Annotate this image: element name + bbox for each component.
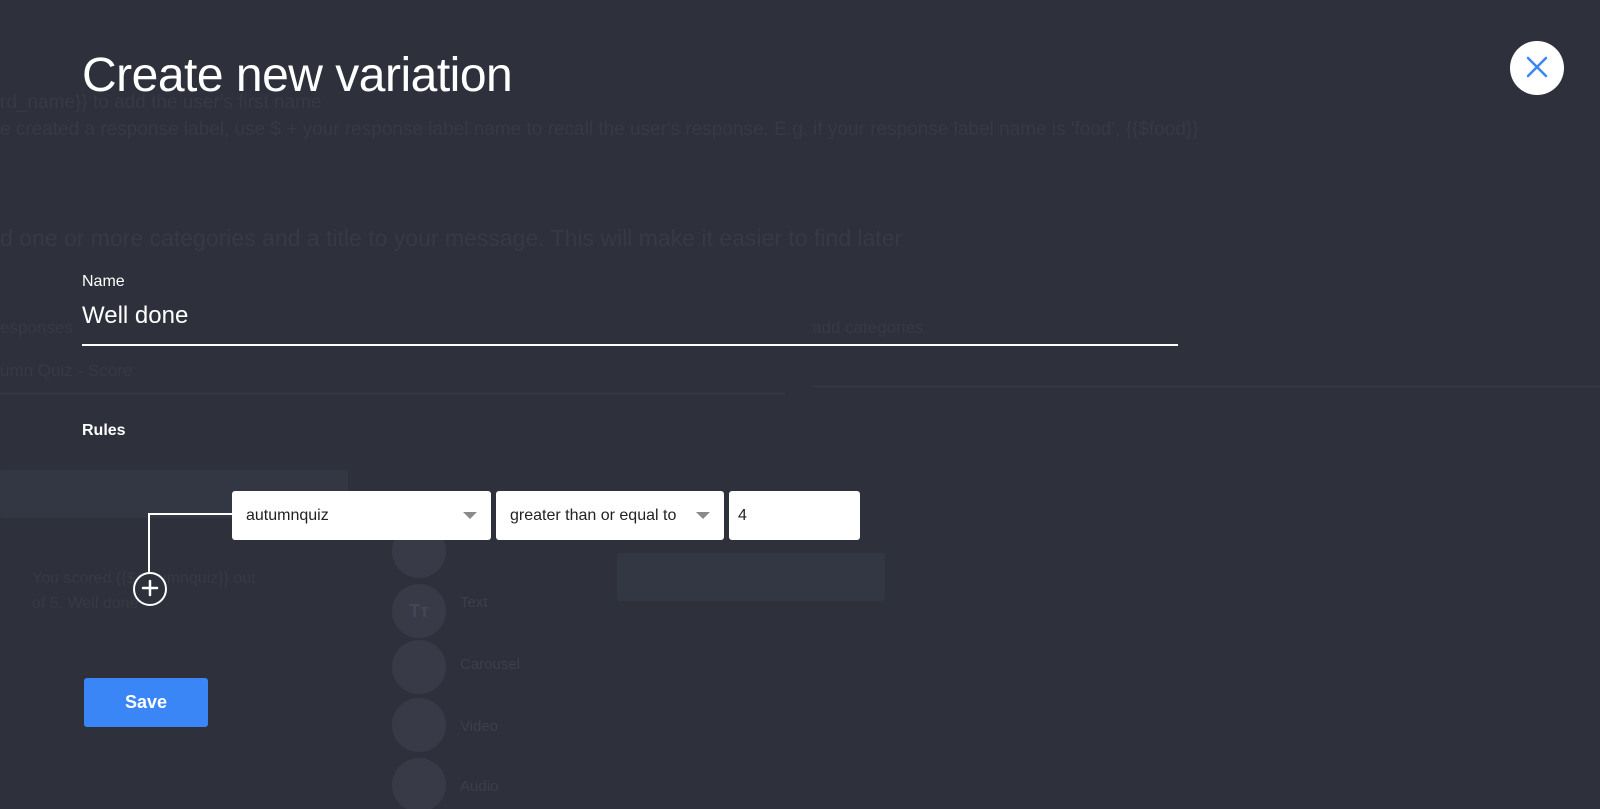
rule-variable-select[interactable]: autumnquiz <box>232 491 491 540</box>
chevron-down-icon <box>463 512 477 519</box>
name-input[interactable] <box>82 296 1178 346</box>
bg-responses-label: esponses <box>0 318 73 337</box>
rule-operator-value: greater than or equal to <box>510 506 677 524</box>
bg-icon-label: Carousel <box>460 656 521 673</box>
bg-icon-label: Audio <box>460 778 499 795</box>
bg-audio-icon <box>392 758 446 809</box>
add-rule-button[interactable] <box>133 572 167 606</box>
rule-variable-value: autumnquiz <box>246 506 329 524</box>
rules-label: Rules <box>82 422 126 439</box>
background-page: rd_name}} to add the user's first name e… <box>0 0 1600 809</box>
save-button[interactable]: Save <box>84 678 208 727</box>
bg-help-text-3: d one or more categories and a title to … <box>0 225 903 251</box>
plus-circle-icon <box>141 579 159 600</box>
bg-field <box>617 553 885 601</box>
close-button[interactable] <box>1510 41 1564 95</box>
close-icon <box>1526 56 1548 81</box>
rule-value-input[interactable] <box>729 491 860 540</box>
chevron-down-icon <box>696 512 710 519</box>
name-label: Name <box>82 273 125 290</box>
bg-divider <box>812 386 1600 387</box>
rule-connector-line <box>148 513 232 573</box>
bg-video-icon <box>392 698 446 752</box>
bg-icon-label: Text <box>460 594 488 611</box>
bg-text-icon: Tт <box>392 584 446 638</box>
rule-operator-select[interactable]: greater than or equal to <box>496 491 724 540</box>
bg-response-value: umn Quiz - Score <box>0 361 133 380</box>
bg-carousel-icon <box>392 640 446 694</box>
app-root: rd_name}} to add the user's first name e… <box>0 0 1600 809</box>
bg-icon-label: Video <box>460 718 499 735</box>
modal-title: Create new variation <box>82 49 513 102</box>
bg-help-text-2: e created a response label, use $ + your… <box>0 119 1199 140</box>
bg-divider <box>0 393 785 394</box>
